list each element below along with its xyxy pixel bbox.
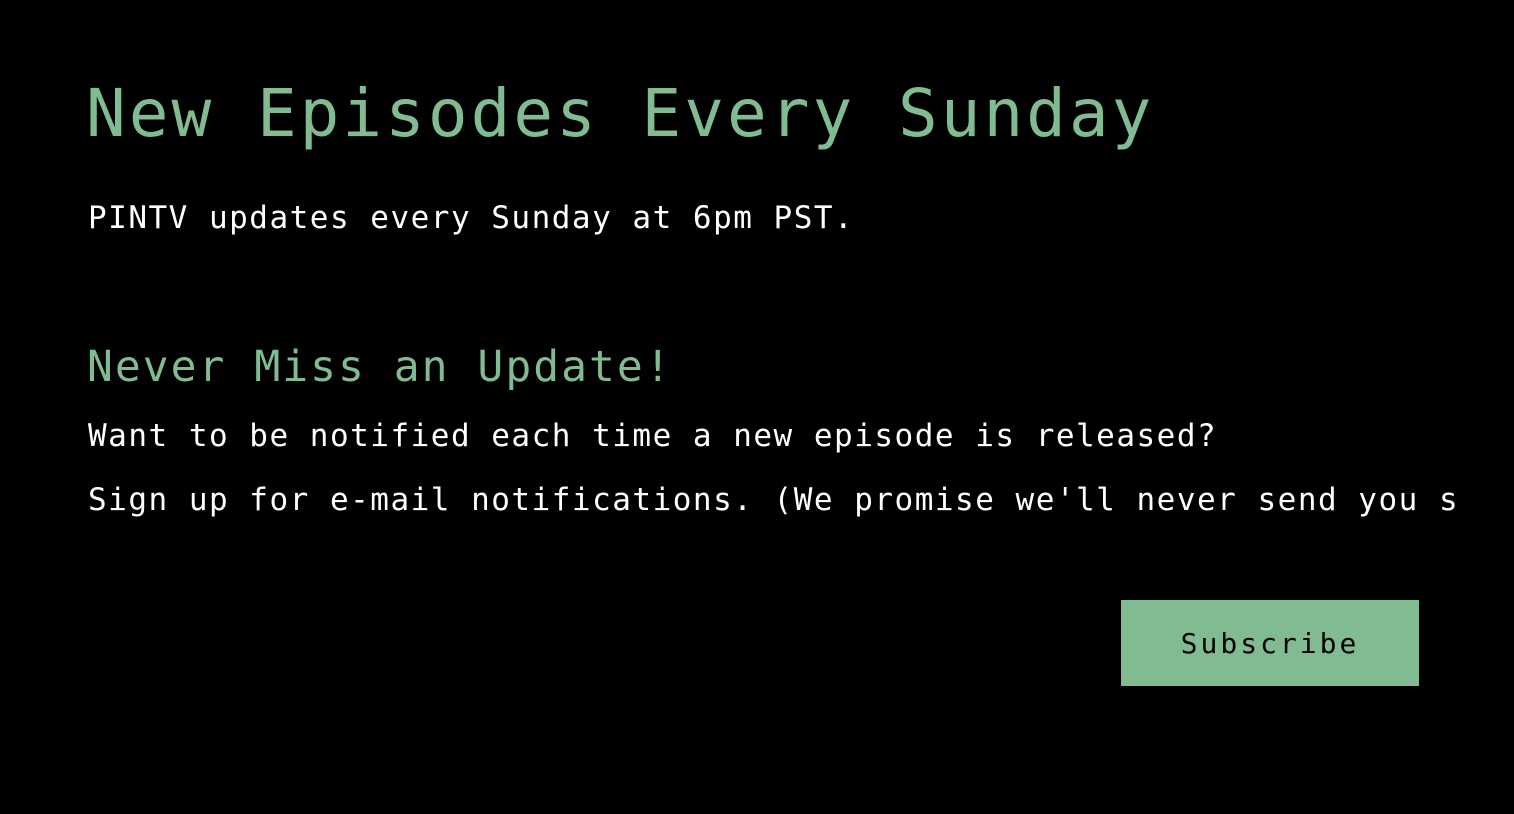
signup-question: Want to be notified each time a new epis… — [88, 418, 1218, 454]
subscribe-button[interactable]: Subscribe — [1121, 600, 1419, 686]
schedule-text: PINTV updates every Sunday at 6pm PST. — [88, 200, 855, 236]
signup-description: Sign up for e-mail notifications. (We pr… — [88, 482, 1460, 518]
page-title: New Episodes Every Sunday — [86, 75, 1155, 152]
signup-heading: Never Miss an Update! — [87, 342, 673, 392]
page: New Episodes Every Sunday PINTV updates … — [0, 0, 1514, 814]
